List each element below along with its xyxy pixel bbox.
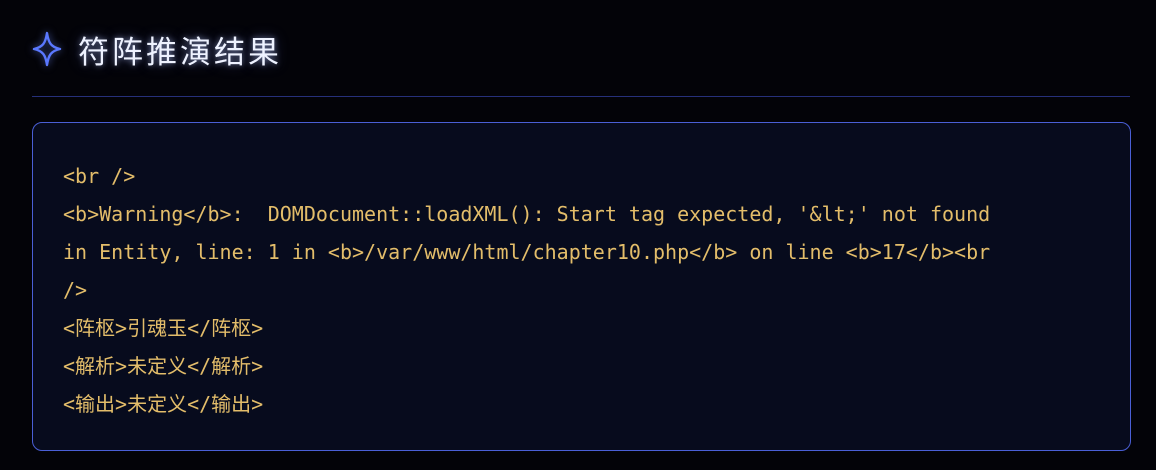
result-page: 符阵推演结果 <br /> <b>Warning</b>: DOMDocumen… — [0, 0, 1156, 470]
output-line: in Entity, line: 1 in <b>/var/www/html/c… — [63, 240, 991, 264]
output-line: <b>Warning</b>: DOMDocument::loadXML(): … — [63, 202, 991, 226]
output-line: <解析>未定义</解析> — [63, 354, 264, 378]
output-line: <输出>未定义</输出> — [63, 392, 264, 416]
section-header: 符阵推演结果 — [32, 0, 1130, 97]
output-line: /> — [63, 278, 88, 302]
result-output-box: <br /> <b>Warning</b>: DOMDocument::load… — [32, 122, 1131, 451]
diamond-sparkle-icon — [32, 31, 62, 67]
output-line: <br /> — [63, 164, 136, 188]
output-line: <阵枢>引魂玉</阵枢> — [63, 316, 264, 340]
page-title: 符阵推演结果 — [78, 34, 282, 71]
